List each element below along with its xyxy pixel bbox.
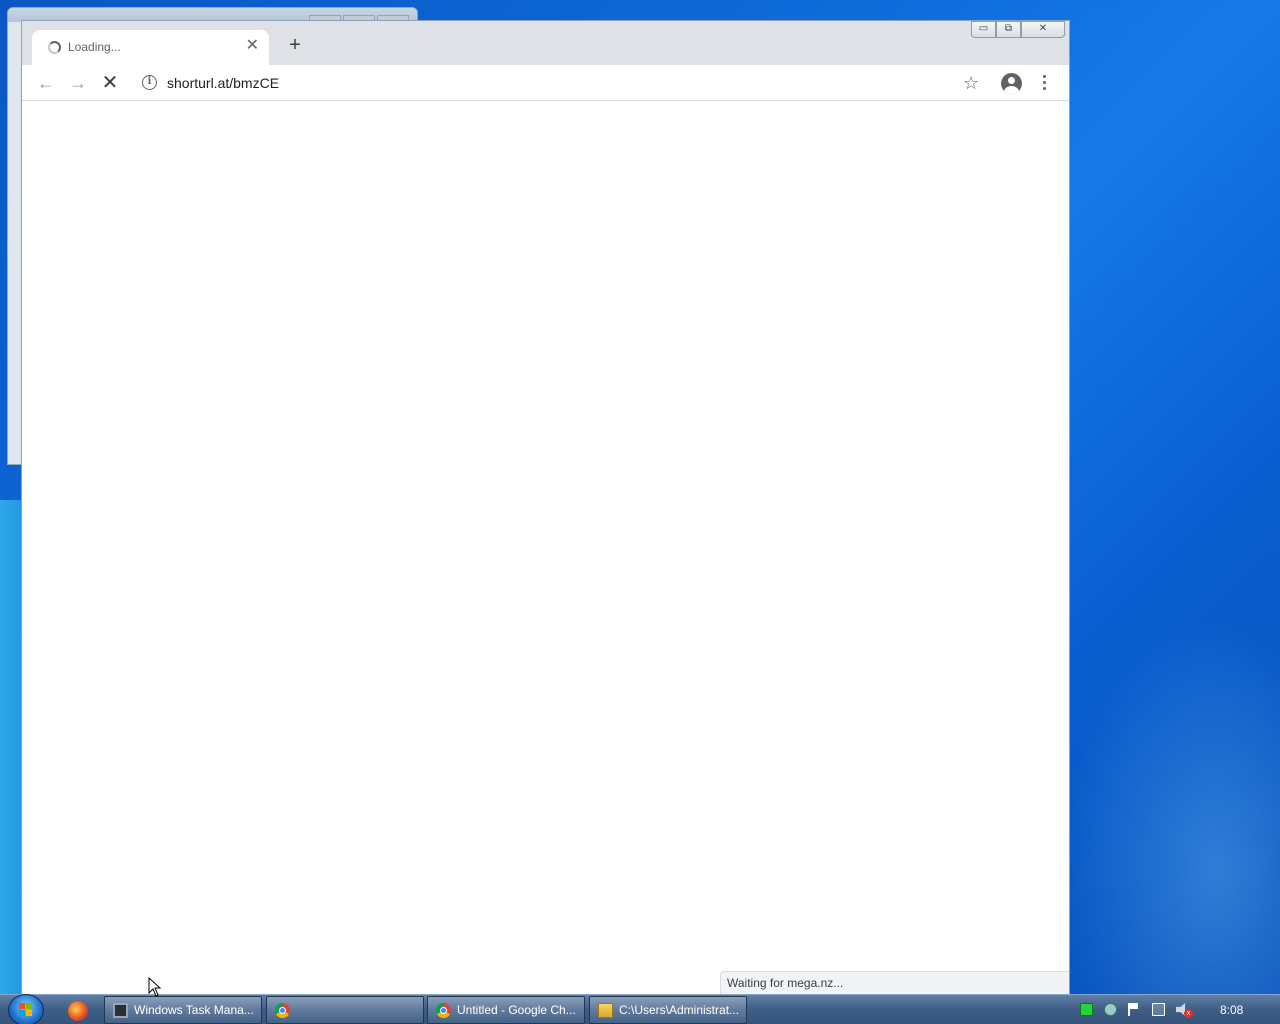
browser-toolbar: ← → ✕ i shorturl.at/bmzCE ☆ <box>22 65 1069 101</box>
taskbar-button-chrome-untitled[interactable]: Untitled - Google Ch... <box>427 996 585 1024</box>
task-manager-icon <box>113 1003 128 1018</box>
menu-kebab-icon[interactable] <box>1036 73 1052 93</box>
profile-icon[interactable] <box>1001 73 1022 94</box>
folder-icon <box>598 1003 613 1018</box>
close-icon[interactable]: ✕ <box>246 36 259 56</box>
taskbar-button-label: Untitled - Google Ch... <box>457 1003 576 1017</box>
minimize-button[interactable]: ▭ <box>971 21 996 38</box>
loading-spinner-icon <box>48 41 61 54</box>
stop-icon[interactable]: ✕ <box>98 71 122 95</box>
tab-title: Loading... <box>68 40 121 54</box>
taskbar-button-label: Windows Task Mana... <box>134 1003 254 1017</box>
system-tray: x 8:08 <box>1074 995 1280 1024</box>
tab-strip[interactable]: Loading... ✕ + ▭ ⧉ ✕ <box>22 21 1069 65</box>
url-text[interactable]: shorturl.at/bmzCE <box>167 75 279 91</box>
windows-logo-icon <box>19 1003 33 1017</box>
taskbar-button-label: C:\Users\Administrat... <box>619 1003 740 1017</box>
muted-badge-icon: x <box>1184 1009 1193 1018</box>
security-icon[interactable] <box>1104 1003 1117 1016</box>
taskbar-button-explorer[interactable]: C:\Users\Administrat... <box>589 996 747 1024</box>
window-controls: ▭ ⧉ ✕ <box>971 21 1065 38</box>
close-window-button[interactable]: ✕ <box>1021 21 1065 38</box>
taskbar: Windows Task Mana... Untitled - Google C… <box>0 994 1280 1024</box>
clock[interactable]: 8:08 <box>1220 1003 1243 1017</box>
network-icon[interactable] <box>1152 1003 1165 1016</box>
desktop-glow <box>1060 620 1280 1024</box>
tab-loading[interactable]: Loading... ✕ <box>32 30 269 65</box>
mouse-cursor-icon <box>148 977 162 997</box>
bookmark-star-icon[interactable]: ☆ <box>963 71 979 95</box>
page-viewport[interactable] <box>22 101 1069 994</box>
new-tab-button[interactable]: + <box>284 35 306 57</box>
firefox-icon[interactable] <box>68 1001 88 1021</box>
maximize-button[interactable]: ⧉ <box>996 21 1021 38</box>
chrome-icon <box>436 1003 451 1018</box>
status-bubble: Waiting for mega.nz... <box>720 971 1069 994</box>
taskbar-button-task-manager[interactable]: Windows Task Mana... <box>104 996 262 1024</box>
info-icon[interactable]: i <box>142 75 157 90</box>
forward-icon[interactable]: → <box>66 71 90 95</box>
chrome-icon <box>275 1003 290 1018</box>
status-green-icon[interactable] <box>1080 1003 1093 1016</box>
start-button[interactable] <box>8 994 44 1024</box>
chrome-window: Loading... ✕ + ▭ ⧉ ✕ ← → ✕ i shorturl.at… <box>21 20 1070 995</box>
taskbar-button-chrome[interactable] <box>266 996 424 1024</box>
address-bar[interactable]: i shorturl.at/bmzCE <box>132 69 988 97</box>
action-center-flag-icon[interactable] <box>1128 1003 1141 1016</box>
back-icon[interactable]: ← <box>34 71 58 95</box>
